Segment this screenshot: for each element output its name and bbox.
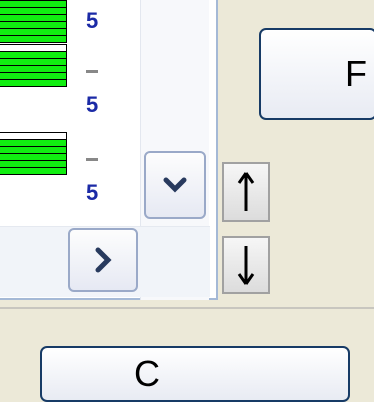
arrow-down-icon [237, 246, 255, 285]
list-panel: 5 5 5 [0, 0, 218, 300]
dash-mark [86, 70, 98, 73]
move-up-button[interactable] [222, 162, 270, 222]
level-meter [0, 44, 68, 88]
item-value: 5 [86, 8, 99, 33]
dash-mark [86, 158, 98, 161]
bottom-button[interactable]: C [40, 346, 350, 402]
move-down-button[interactable] [222, 236, 270, 294]
scroll-down-button[interactable] [144, 151, 206, 219]
item-value: 5 [86, 92, 99, 117]
chevron-right-icon [95, 247, 112, 273]
separator [0, 307, 374, 309]
list-item[interactable]: 5 [0, 0, 98, 44]
chevron-down-icon [163, 177, 187, 193]
bottom-button-label: C [134, 353, 160, 394]
level-meter [0, 0, 68, 44]
level-meter [0, 132, 68, 176]
list-item[interactable]: 5 [0, 132, 98, 204]
arrow-up-icon [237, 172, 255, 211]
item-value: 5 [86, 180, 99, 205]
top-right-button-label: F [345, 53, 367, 94]
list-item[interactable]: 5 [0, 44, 98, 116]
scroll-right-button[interactable] [68, 228, 138, 292]
top-right-button[interactable]: F [259, 28, 374, 120]
